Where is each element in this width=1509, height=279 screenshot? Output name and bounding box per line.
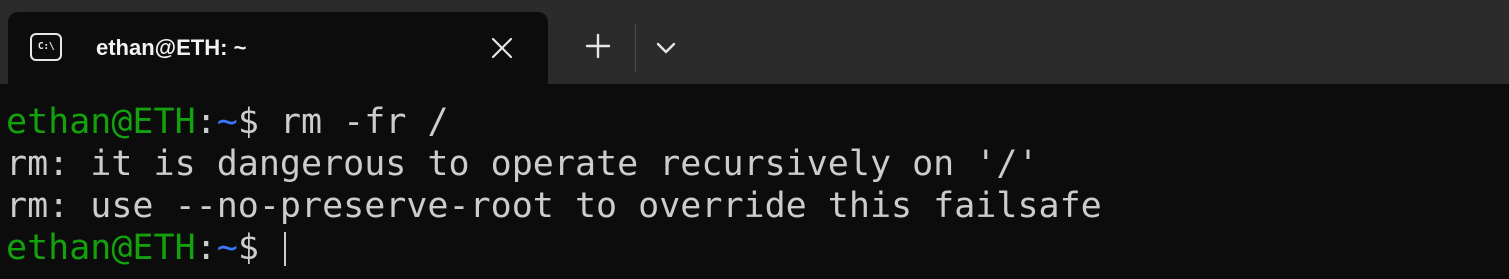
prompt-symbol: $: [237, 102, 280, 142]
terminal-line-prompt: ethan@ETH:~$: [6, 227, 1509, 269]
terminal-window: C:\ ethan@ETH: ~ ethan@ETH:~$ rm -fr / r…: [0, 0, 1509, 279]
prompt-user-host: ethan@ETH: [6, 228, 196, 268]
terminal-line-output: rm: use --no-preserve-root to override t…: [6, 186, 1102, 226]
terminal-line-output: rm: it is dangerous to operate recursive…: [6, 144, 1039, 184]
tabbar-divider: [635, 24, 636, 72]
prompt-path: ~: [216, 102, 238, 142]
command-text: rm -fr /: [279, 102, 449, 142]
prompt-separator: :: [195, 228, 217, 268]
prompt-separator: :: [195, 102, 217, 142]
terminal-output[interactable]: ethan@ETH:~$ rm -fr / rm: it is dangerou…: [0, 84, 1509, 279]
plus-icon[interactable]: [580, 28, 616, 64]
close-icon[interactable]: [486, 32, 518, 64]
tab-bar: C:\ ethan@ETH: ~: [0, 0, 1509, 84]
tab-title: ethan@ETH: ~: [96, 35, 247, 60]
chevron-down-icon[interactable]: [648, 30, 684, 66]
prompt-user-host: ethan@ETH: [6, 102, 196, 142]
text-cursor: [283, 232, 286, 266]
prompt-symbol: $: [237, 228, 280, 268]
terminal-line-command: ethan@ETH:~$ rm -fr /: [6, 101, 1509, 143]
tab-ethan-eth[interactable]: C:\ ethan@ETH: ~: [8, 12, 548, 84]
terminal-icon: C:\: [30, 33, 62, 61]
prompt-path: ~: [216, 228, 238, 268]
terminal-icon-glyph: C:\: [37, 41, 55, 52]
